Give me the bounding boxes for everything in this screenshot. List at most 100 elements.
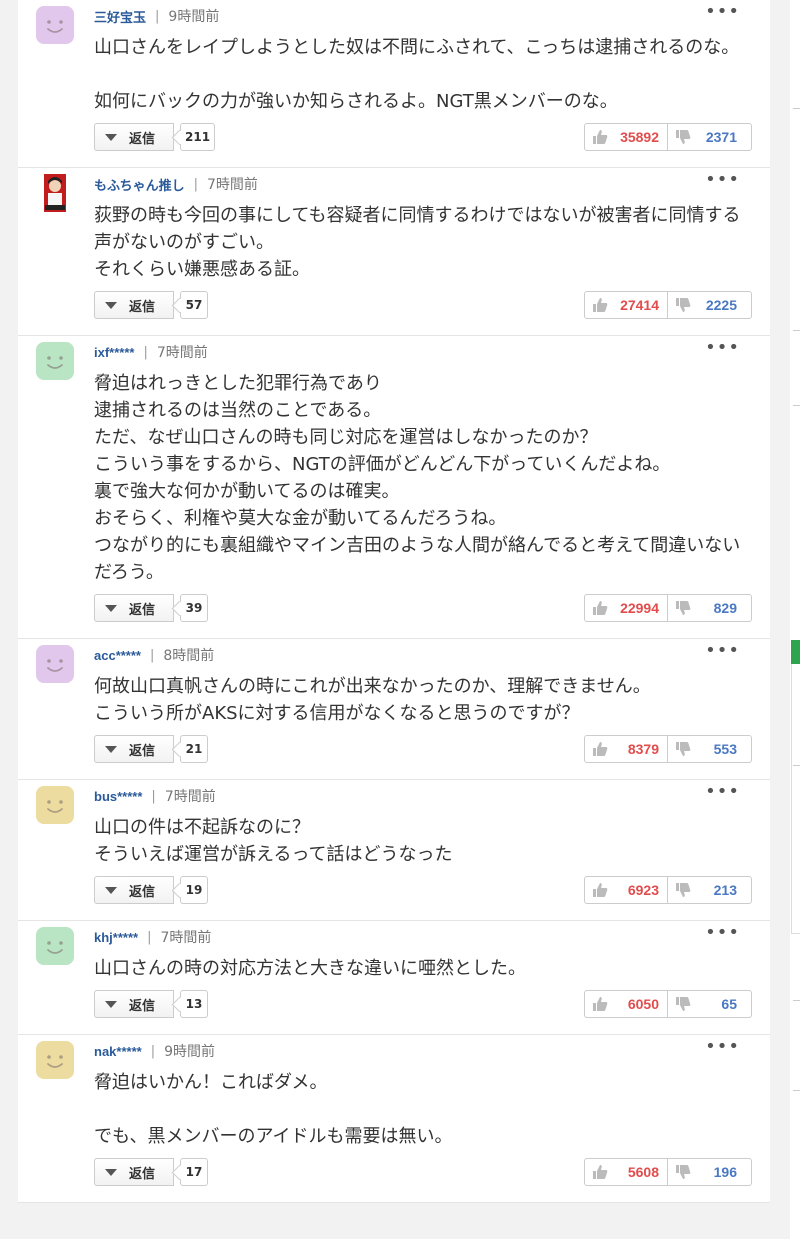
dislike-button[interactable]: 553 [668,736,751,762]
username[interactable]: 三好宝玉 [94,7,146,26]
reply-count: 57 [180,291,208,319]
comment-item: acc***** | 8時間前 ••• 何故山口真帆さんの時にこれが出来なかった… [18,639,770,780]
reply-count: 17 [180,1158,208,1186]
dislike-count: 65 [721,996,737,1012]
thumbs-down-icon [676,130,691,144]
like-button[interactable]: 22994 [585,595,668,621]
like-button[interactable]: 5608 [585,1159,668,1185]
separator: | [151,788,156,804]
username[interactable]: acc***** [94,648,141,663]
dislike-count: 2371 [705,129,737,145]
like-button[interactable]: 6050 [585,991,668,1017]
dislike-button[interactable]: 829 [668,595,751,621]
timestamp: 7時間前 [164,789,216,805]
like-count: 6050 [627,996,659,1012]
like-count: 35892 [620,129,659,145]
thumbs-up-icon [593,997,608,1011]
more-options-icon[interactable]: ••• [705,3,740,21]
timestamp: 8時間前 [163,648,215,664]
thumbs-down-icon [676,742,691,756]
comment-item: khj***** | 7時間前 ••• 山口さんの時の対応方法と大きな違いに唖然… [18,921,770,1035]
reply-button[interactable]: 返信 [94,876,174,904]
username[interactable]: bus***** [94,789,142,804]
reply-count: 211 [180,123,216,151]
comment-item: 三好宝玉 | 9時間前 ••• 山口さんをレイプしようとした奴は不問にふされて、… [18,0,770,168]
right-column [790,0,800,1239]
separator: | [150,1043,156,1059]
thumbs-down-icon [676,997,691,1011]
timestamp: 9時間前 [164,1044,216,1060]
avatar[interactable] [36,927,74,965]
dislike-count: 553 [713,741,737,757]
comment-header: bus***** | 7時間前 [94,786,216,806]
avatar[interactable] [36,342,74,380]
smiley-icon [36,645,74,683]
username[interactable]: khj***** [94,930,138,945]
comment-header: もふちゃん推し | 7時間前 [94,174,258,194]
dislike-button[interactable]: 213 [668,877,751,903]
avatar[interactable] [36,6,74,44]
thumbs-down-icon [676,601,691,615]
reply-button[interactable]: 返信 [94,735,174,763]
comment-text: 脅迫はれっきとした犯罪行為であり 逮捕されるのは当然のことである。 ただ、なぜ山… [94,373,741,583]
dislike-button[interactable]: 65 [668,991,751,1017]
dislike-button[interactable]: 2371 [668,124,751,150]
thumbs-down-icon [676,1165,691,1179]
username[interactable]: nak***** [94,1044,142,1059]
like-button[interactable]: 6923 [585,877,668,903]
timestamp: 9時間前 [168,9,220,25]
reply-count: 39 [180,594,208,622]
comment-header: 三好宝玉 | 9時間前 [94,6,219,26]
vote-group: 8379 553 [584,735,752,763]
dislike-button[interactable]: 196 [668,1159,751,1185]
reply-button[interactable]: 返信 [94,1158,174,1186]
reply-button[interactable]: 返信 [94,291,174,319]
avatar[interactable] [36,1041,74,1079]
like-count: 27414 [620,297,659,313]
more-options-icon[interactable]: ••• [705,1038,740,1056]
reply-button[interactable]: 返信 [94,123,174,151]
more-options-icon[interactable]: ••• [705,642,740,660]
separator: | [193,176,199,192]
user-photo-icon [36,174,74,212]
separator: | [150,647,155,663]
avatar[interactable] [36,786,74,824]
more-options-icon[interactable]: ••• [705,924,740,942]
like-count: 6923 [627,882,659,898]
reply-button[interactable]: 返信 [94,594,174,622]
avatar[interactable] [36,645,74,683]
dislike-count: 2225 [705,297,737,313]
thumbs-up-icon [593,883,608,897]
separator: | [155,8,160,24]
caret-down-icon [105,886,117,894]
right-divider [793,765,800,766]
thumbs-down-icon [676,883,691,897]
more-options-icon[interactable]: ••• [705,339,740,357]
reply-count: 21 [180,735,208,763]
comment-header: ixf***** | 7時間前 [94,342,208,362]
username[interactable]: ixf***** [94,345,134,360]
comment-actions: 返信 13 6050 65 [18,990,770,1034]
separator: | [143,344,148,360]
username[interactable]: もふちゃん推し [94,175,185,194]
reply-label: 返信 [129,998,156,1014]
more-options-icon[interactable]: ••• [705,783,740,801]
caret-down-icon [105,745,117,753]
like-count: 5608 [627,1164,659,1180]
like-count: 8379 [627,741,659,757]
like-button[interactable]: 27414 [585,292,668,318]
reply-label: 返信 [129,131,156,147]
thumbs-up-icon [593,298,608,312]
like-button[interactable]: 35892 [585,124,668,150]
timestamp: 7時間前 [207,177,258,193]
separator: | [147,929,152,945]
reply-label: 返信 [129,299,156,315]
reply-button[interactable]: 返信 [94,990,174,1018]
comment-item: もふちゃん推し | 7時間前 ••• 荻野の時も今回の事にしても容疑者に同情する… [18,168,770,336]
caret-down-icon [105,133,117,141]
like-button[interactable]: 8379 [585,736,668,762]
avatar[interactable] [36,174,74,212]
more-options-icon[interactable]: ••• [705,171,740,189]
reply-label: 返信 [129,743,156,759]
dislike-button[interactable]: 2225 [668,292,751,318]
